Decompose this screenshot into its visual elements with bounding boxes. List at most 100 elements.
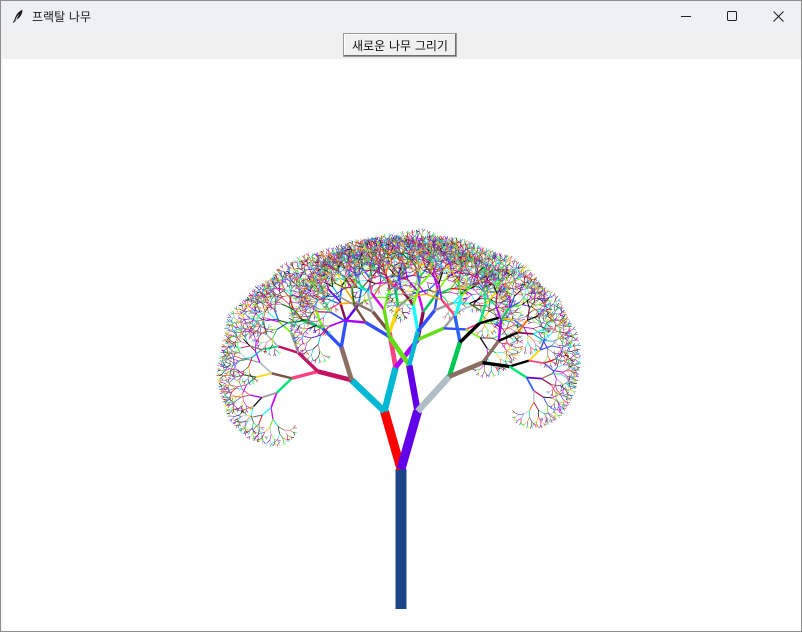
tree-branch — [262, 440, 266, 444]
tree-branch — [279, 433, 284, 439]
tree-branch — [370, 292, 386, 311]
tree-branch — [316, 328, 321, 331]
tree-branch — [323, 309, 329, 318]
tree-branch — [318, 356, 320, 361]
tree-branch — [265, 288, 269, 290]
tree-branch — [322, 317, 324, 325]
tree-branch — [356, 239, 358, 243]
tree-branch — [291, 276, 294, 279]
tree-branch — [271, 294, 277, 296]
tree-branch — [270, 329, 274, 332]
tree-branch — [492, 333, 503, 339]
tree-branch — [299, 258, 303, 261]
tree-branch — [473, 369, 477, 373]
tree-branch — [253, 423, 260, 429]
tree-branch — [275, 377, 293, 394]
tree-branch — [229, 374, 232, 378]
draw-new-tree-button[interactable]: 새로운 나무 그리기 — [343, 33, 457, 57]
tree-branch — [482, 370, 485, 375]
tree-branch — [507, 314, 509, 319]
minimize-button[interactable] — [663, 1, 709, 31]
tree-branch — [296, 256, 300, 260]
tree-branch — [311, 349, 314, 355]
tree-branch — [517, 320, 522, 323]
tree-branch — [506, 355, 510, 360]
tree-branch — [261, 426, 265, 429]
tree-branch — [277, 433, 280, 439]
tree-branch — [317, 295, 322, 298]
tree-branch — [254, 341, 257, 351]
tree-branch — [510, 328, 516, 332]
tree-branch — [511, 338, 515, 343]
maximize-icon — [727, 11, 737, 21]
tree-branch — [226, 330, 230, 332]
tree-branch — [227, 404, 231, 409]
tree-branch — [447, 312, 451, 318]
tree-branch — [228, 325, 231, 329]
tree-branch — [249, 433, 253, 437]
tree-branch — [256, 291, 258, 296]
tree-branch — [217, 364, 221, 367]
tree-branch — [296, 337, 300, 341]
tree-branch — [248, 305, 253, 311]
tree-branch — [484, 370, 487, 375]
tree-branch — [226, 321, 230, 323]
tree-branch — [315, 356, 319, 360]
tree-branch — [295, 299, 299, 304]
tree-branch — [248, 357, 253, 367]
tree-branch — [235, 356, 243, 360]
tree-branch — [297, 351, 320, 373]
tree-branch — [261, 427, 264, 431]
title-bar[interactable]: 프랙탈 나무 — [1, 1, 801, 31]
tree-branch — [218, 357, 222, 359]
tree-branch — [510, 353, 514, 358]
maximize-button[interactable] — [709, 1, 755, 31]
tree-branch — [505, 356, 508, 361]
tree-branch — [241, 319, 245, 323]
tree-branch — [305, 282, 309, 284]
tree-branch — [511, 338, 517, 340]
tree-branch — [240, 345, 250, 349]
tree-branch — [438, 265, 441, 273]
tree-branch — [465, 293, 469, 296]
tree-branch — [260, 438, 263, 442]
tree-branch — [218, 382, 222, 384]
tree-branch — [406, 304, 410, 309]
tree-branch — [312, 344, 319, 350]
tree-branch — [274, 353, 277, 357]
tree-branch — [304, 336, 312, 339]
tree-branch — [251, 306, 255, 308]
tree-branch — [219, 355, 223, 359]
tree-branch — [475, 372, 479, 376]
tree-branch — [235, 387, 243, 390]
tree-branch — [233, 410, 236, 414]
tree-branch — [306, 337, 312, 344]
tree-branch — [521, 319, 525, 323]
tree-branch — [259, 361, 273, 374]
tree-branch — [251, 381, 254, 385]
tree-branch — [318, 253, 322, 256]
tree-branch — [247, 358, 260, 364]
tree-branch — [279, 265, 283, 268]
tree-branch — [362, 241, 364, 245]
tree-branch — [307, 349, 314, 352]
tree-canvas[interactable] — [1, 59, 801, 631]
tree-branch — [319, 328, 321, 333]
tree-branch — [226, 362, 232, 365]
tree-branch — [253, 422, 258, 427]
tree-branch — [230, 415, 235, 417]
close-button[interactable] — [755, 1, 801, 31]
tree-branch — [258, 341, 261, 346]
tree-branch — [308, 354, 312, 359]
tree-branch — [230, 312, 235, 315]
app-window: 프랙탈 나무 새로운 나무 그리기 — [0, 0, 802, 632]
tree-branch — [498, 371, 502, 374]
tree-branch — [284, 263, 288, 266]
tree-branch — [248, 366, 251, 374]
tree-branch — [293, 432, 296, 436]
tree-branch — [303, 307, 309, 309]
tree-branch — [329, 292, 338, 295]
tree-branch — [276, 442, 279, 447]
tree-branch — [389, 237, 391, 241]
tree-branch — [253, 414, 263, 418]
